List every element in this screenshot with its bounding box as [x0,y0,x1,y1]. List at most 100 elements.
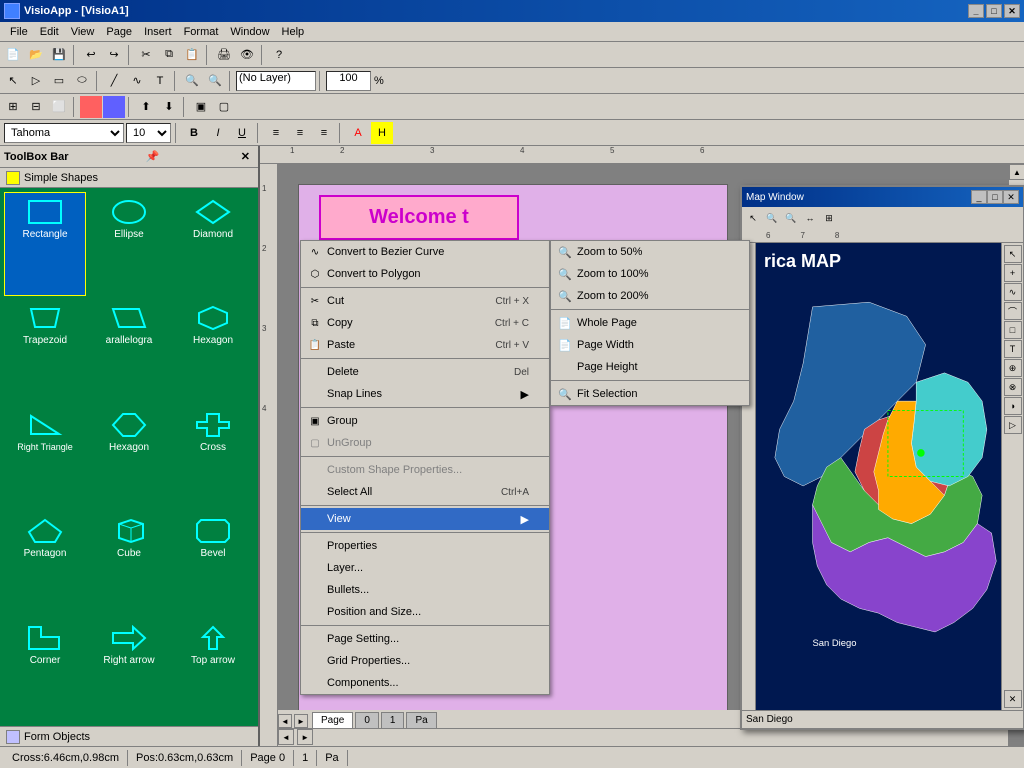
print-button[interactable]: 🖨 [213,44,235,66]
map-tool-2[interactable]: 🔍 [763,209,781,227]
layer-select[interactable]: (No Layer) [236,71,316,91]
align-center-button[interactable]: ≡ [289,122,311,144]
scroll-tab-left[interactable]: ◄ [278,714,292,728]
snap-button[interactable]: ⊞ [2,96,24,118]
shape-ellipse[interactable]: Ellipse [88,192,170,296]
draw-ellipse-button[interactable]: ⬭ [71,70,93,92]
group-toolbar-button[interactable]: ▣ [190,96,212,118]
restore-button[interactable]: □ [986,4,1002,18]
zoom-in-button[interactable]: 🔍 [181,70,203,92]
bold-button[interactable]: B [183,122,205,144]
new-button[interactable]: 📄 [2,44,24,66]
ungroup-toolbar-button[interactable]: ▢ [213,96,235,118]
submenu-zoom-200[interactable]: 🔍 Zoom to 200% [551,285,749,307]
menu-page[interactable]: Page [100,24,138,40]
scroll-right-button[interactable]: ► [297,729,313,745]
ctx-layer[interactable]: Layer... [301,557,549,579]
map-rtool-5[interactable]: □ [1004,321,1022,339]
ctx-convert-bezier[interactable]: ∿ Convert to Bezier Curve [301,241,549,263]
copy-toolbar-button[interactable]: ⧉ [158,44,180,66]
font-size-select[interactable]: 10 [126,123,171,143]
map-minimize-button[interactable]: _ [971,190,987,204]
save-button[interactable]: 💾 [48,44,70,66]
ctx-snap-lines[interactable]: Snap Lines ▶ [301,383,549,405]
ctx-components[interactable]: Components... [301,672,549,694]
submenu-page-width[interactable]: 📄 Page Width [551,334,749,356]
grid-button[interactable]: ⊟ [25,96,47,118]
pointer-button[interactable]: ▷ [25,70,47,92]
ctx-ungroup[interactable]: ▢ UnGroup [301,432,549,454]
ctx-group[interactable]: ▣ Group [301,410,549,432]
cut-toolbar-button[interactable]: ✂ [135,44,157,66]
close-button[interactable]: ✕ [1004,4,1020,18]
font-name-select[interactable]: Tahoma [4,123,124,143]
page-tab-page[interactable]: Page [312,712,353,728]
map-tool-3[interactable]: 🔍 [782,209,800,227]
paste-toolbar-button[interactable]: 📋 [181,44,203,66]
shape-fill-button[interactable] [80,96,102,118]
page-tab-pa[interactable]: Pa [406,712,436,728]
line-button[interactable]: ╱ [103,70,125,92]
zoom-out-button[interactable]: 🔍 [204,70,226,92]
shape-right-triangle[interactable]: Right Triangle [4,405,86,509]
map-rtool-8[interactable]: ⊗ [1004,378,1022,396]
submenu-zoom-100[interactable]: 🔍 Zoom to 100% [551,263,749,285]
draw-rect-button[interactable]: ▭ [48,70,70,92]
shape-pentagon[interactable]: Pentagon [4,511,86,615]
menu-window[interactable]: Window [224,24,275,40]
map-rtool-9[interactable]: ◑ [1004,397,1022,415]
map-tool-1[interactable]: ↖ [744,209,762,227]
map-canvas[interactable]: rica MAP San Diego [756,243,1001,710]
shape-rectangle[interactable]: Rectangle [4,192,86,296]
highlight-button[interactable]: H [371,122,393,144]
ctx-convert-polygon[interactable]: ⬡ Convert to Polygon [301,263,549,285]
help-toolbar-button[interactable]: ? [268,44,290,66]
zoom-select[interactable]: 100 [326,71,371,91]
map-restore-button[interactable]: □ [987,190,1003,204]
menu-edit[interactable]: Edit [34,24,65,40]
ctx-select-all[interactable]: Select All Ctrl+A [301,481,549,503]
menu-format[interactable]: Format [178,24,225,40]
font-color-button[interactable]: A [347,122,369,144]
map-close-button[interactable]: ✕ [1003,190,1019,204]
shape-parallelogram[interactable]: arallelogra [88,298,170,402]
ctx-paste[interactable]: 📋 Paste Ctrl + V [301,334,549,356]
shape-hexagon1[interactable]: Hexagon [172,298,254,402]
submenu-whole-page[interactable]: 📄 Whole Page [551,312,749,334]
submenu-zoom-50[interactable]: 🔍 Zoom to 50% [551,241,749,263]
map-tool-5[interactable]: ⊞ [820,209,838,227]
shape-diamond[interactable]: Diamond [172,192,254,296]
menu-insert[interactable]: Insert [138,24,178,40]
page-tab-1[interactable]: 1 [381,712,405,728]
align-right-button[interactable]: ≡ [313,122,335,144]
ctx-page-setting[interactable]: Page Setting... [301,628,549,650]
ctx-bullets[interactable]: Bullets... [301,579,549,601]
shape-cross[interactable]: Cross [172,405,254,509]
bezier-button[interactable]: ∿ [126,70,148,92]
shape-trapezoid[interactable]: Trapezoid [4,298,86,402]
select-button[interactable]: ↖ [2,70,24,92]
ctx-view[interactable]: View ▶ [301,508,549,530]
send-back-button[interactable]: ⬇ [158,96,180,118]
ctx-delete[interactable]: Delete Del [301,361,549,383]
menu-file[interactable]: File [4,24,34,40]
align-left-button[interactable]: ≡ [265,122,287,144]
map-rtool-close[interactable]: ✕ [1004,690,1022,708]
underline-button[interactable]: U [231,122,253,144]
map-rtool-10[interactable]: ▷ [1004,416,1022,434]
form-objects-section[interactable]: Form Objects [0,726,258,746]
menu-help[interactable]: Help [276,24,311,40]
toolbox-close-btn[interactable]: ✕ [237,150,254,163]
scroll-up-button[interactable]: ▲ [1009,164,1024,180]
map-rtool-7[interactable]: ⊕ [1004,359,1022,377]
map-tool-4[interactable]: ↔ [801,209,819,227]
map-rtool-3[interactable]: ∿ [1004,283,1022,301]
ctx-position-size[interactable]: Position and Size... [301,601,549,623]
print-preview-button[interactable]: 👁 [236,44,258,66]
undo-button[interactable]: ↩ [80,44,102,66]
minimize-button[interactable]: _ [968,4,984,18]
map-rtool-6[interactable]: T [1004,340,1022,358]
text-button[interactable]: T [149,70,171,92]
ctx-custom-shape[interactable]: Custom Shape Properties... [301,459,549,481]
ctx-grid-properties[interactable]: Grid Properties... [301,650,549,672]
